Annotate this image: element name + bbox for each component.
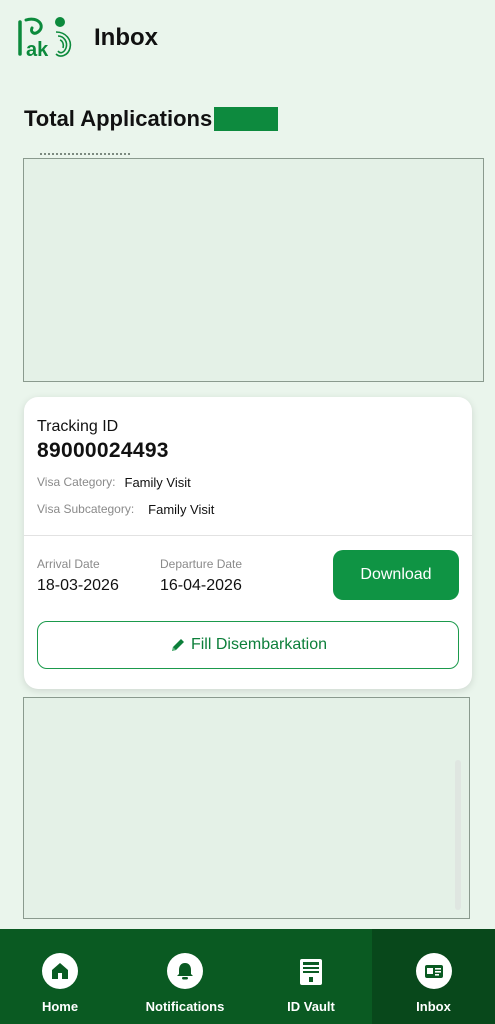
- download-button[interactable]: Download: [333, 550, 459, 600]
- card-divider: [24, 535, 472, 536]
- visa-subcategory-value: Family Visit: [148, 502, 215, 517]
- total-applications-label: Total Applications: [24, 106, 213, 131]
- redacted-count: [214, 107, 279, 131]
- nav-inbox-label: Inbox: [416, 999, 451, 1014]
- card-edge-peek: [40, 153, 130, 157]
- total-applications-heading: Total Applications: [24, 106, 279, 132]
- application-card: Tracking ID 89000024493 Visa Category: F…: [24, 397, 472, 689]
- home-icon: [42, 953, 78, 989]
- pak-identity-logo: ak: [18, 17, 72, 60]
- visa-subcategory-row: Visa Subcategory: Family Visit: [37, 502, 214, 517]
- nav-id-vault-label: ID Vault: [287, 999, 335, 1014]
- bottom-nav: Home Notifications ID Vault Inbox: [0, 929, 495, 1024]
- visa-category-row: Visa Category: Family Visit: [37, 475, 191, 490]
- pencil-icon: [171, 639, 184, 651]
- redacted-application-card: [23, 158, 484, 382]
- nav-notifications-label: Notifications: [145, 999, 225, 1014]
- tracking-id-value: 89000024493: [37, 439, 169, 462]
- fill-disembarkation-button[interactable]: Fill Disembarkation: [37, 621, 459, 669]
- visa-subcategory-label: Visa Subcategory:: [37, 502, 135, 516]
- arrival-date-label: Arrival Date: [37, 557, 100, 571]
- fill-disembarkation-label: Fill Disembarkation: [190, 636, 328, 653]
- bell-icon: [167, 953, 203, 989]
- tracking-id-label: Tracking ID: [37, 418, 119, 435]
- departure-date-value: 16-04-2026: [160, 577, 242, 594]
- app-root: ak Inbox Total Applications Tracking ID …: [0, 0, 495, 1024]
- nav-inbox[interactable]: Inbox: [372, 929, 495, 1024]
- arrival-date-value: 18-03-2026: [37, 577, 119, 594]
- nav-home-label: Home: [41, 999, 79, 1014]
- header: ak Inbox: [0, 0, 495, 80]
- scrollbar[interactable]: [455, 760, 461, 910]
- departure-date-label: Departure Date: [160, 557, 243, 571]
- inbox-card-icon: [415, 953, 452, 989]
- visa-category-value: Family Visit: [124, 475, 191, 490]
- page-title: Inbox: [94, 24, 158, 51]
- nav-home[interactable]: Home: [0, 929, 120, 1024]
- nav-id-vault[interactable]: ID Vault: [250, 929, 372, 1024]
- logo-text: ak: [26, 39, 49, 60]
- redacted-application-card-2: [23, 697, 470, 919]
- id-vault-icon: [296, 955, 326, 989]
- nav-notifications[interactable]: Notifications: [120, 929, 250, 1024]
- visa-category-label: Visa Category:: [37, 475, 116, 489]
